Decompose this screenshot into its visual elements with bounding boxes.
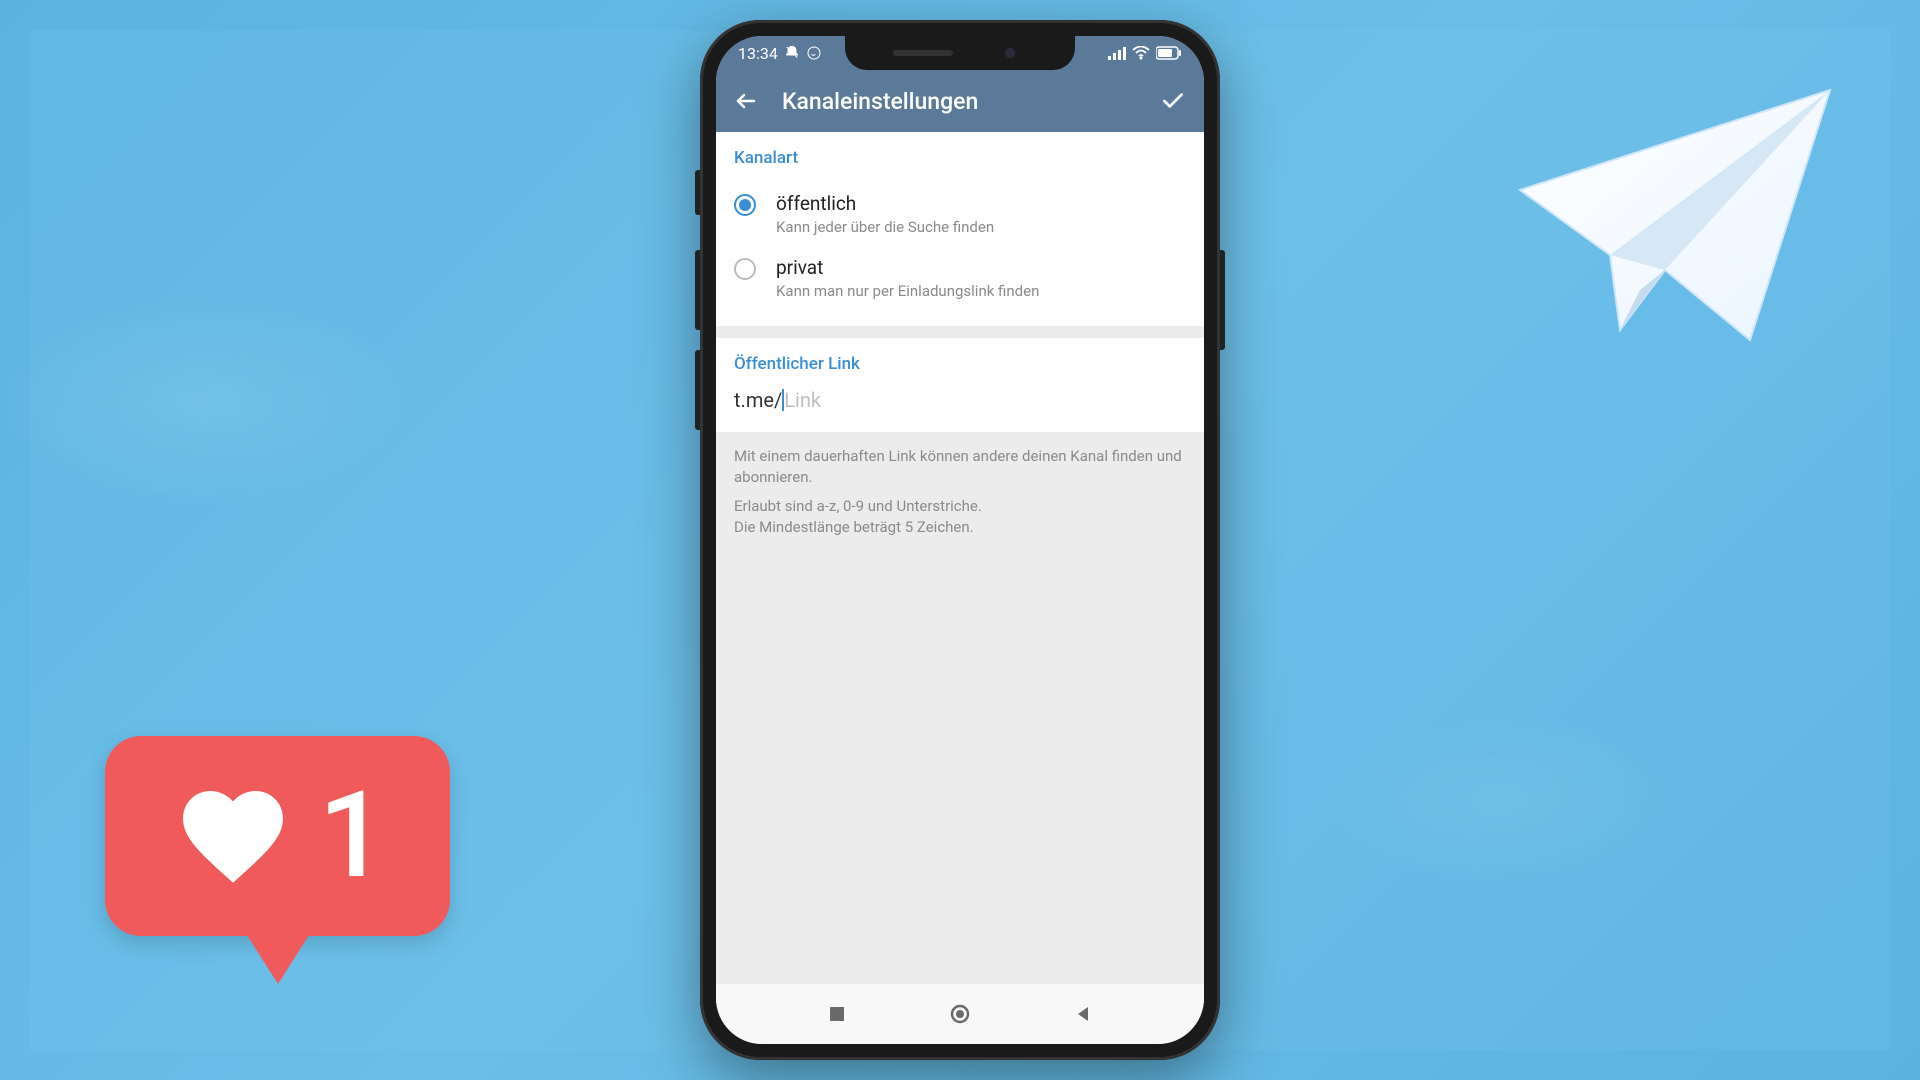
content-area: Kanalart öffentlich Kann jeder über die … xyxy=(716,132,1204,984)
link-placeholder: Link xyxy=(784,388,821,412)
phone-frame: 13:34 xyxy=(700,20,1220,1060)
helper-section: Mit einem dauerhaften Link können andere… xyxy=(716,432,1204,552)
public-link-input[interactable]: t.me/Link xyxy=(734,388,1186,412)
like-bubble: 1 xyxy=(105,736,450,980)
page-title: Kanaleinstellungen xyxy=(782,88,978,115)
signal-icon xyxy=(1108,46,1126,60)
telegram-plane-icon xyxy=(1490,60,1850,360)
option-private-title: privat xyxy=(776,256,1039,279)
heart-icon xyxy=(168,776,298,896)
wifi-icon xyxy=(1132,46,1150,60)
option-public-subtitle: Kann jeder über die Suche finden xyxy=(776,218,994,236)
status-time: 13:34 xyxy=(738,44,778,63)
section-header-public-link: Öffentlicher Link xyxy=(734,354,1186,374)
nav-recent-icon[interactable] xyxy=(826,1003,848,1025)
link-prefix: t.me/ xyxy=(734,388,782,412)
channel-type-section: Kanalart öffentlich Kann jeder über die … xyxy=(716,132,1204,326)
confirm-check-icon[interactable] xyxy=(1160,88,1186,114)
option-private-subtitle: Kann man nur per Einladungslink finden xyxy=(776,282,1039,300)
app-bar: Kanaleinstellungen xyxy=(716,70,1204,132)
option-public-title: öffentlich xyxy=(776,192,994,215)
nav-home-icon[interactable] xyxy=(949,1003,971,1025)
whatsapp-icon xyxy=(806,45,822,61)
section-header-channel-type: Kanalart xyxy=(734,148,1186,168)
helper-text-3: Die Mindestlänge beträgt 5 Zeichen. xyxy=(734,518,974,536)
android-nav-bar xyxy=(716,984,1204,1044)
option-private[interactable]: privat Kann man nur per Einladungslink f… xyxy=(734,246,1186,310)
back-arrow-icon[interactable] xyxy=(734,89,758,113)
battery-icon xyxy=(1156,46,1182,60)
option-public[interactable]: öffentlich Kann jeder über die Suche fin… xyxy=(734,182,1186,246)
helper-text-1: Mit einem dauerhaften Link können andere… xyxy=(734,446,1186,488)
notification-off-icon xyxy=(784,45,800,61)
nav-back-icon[interactable] xyxy=(1072,1003,1094,1025)
helper-text-2: Erlaubt sind a-z, 0-9 und Unterstriche. xyxy=(734,497,982,515)
public-link-section: Öffentlicher Link t.me/Link xyxy=(716,338,1204,432)
like-count: 1 xyxy=(318,776,386,896)
radio-public-icon[interactable] xyxy=(734,194,756,216)
radio-private-icon[interactable] xyxy=(734,258,756,280)
